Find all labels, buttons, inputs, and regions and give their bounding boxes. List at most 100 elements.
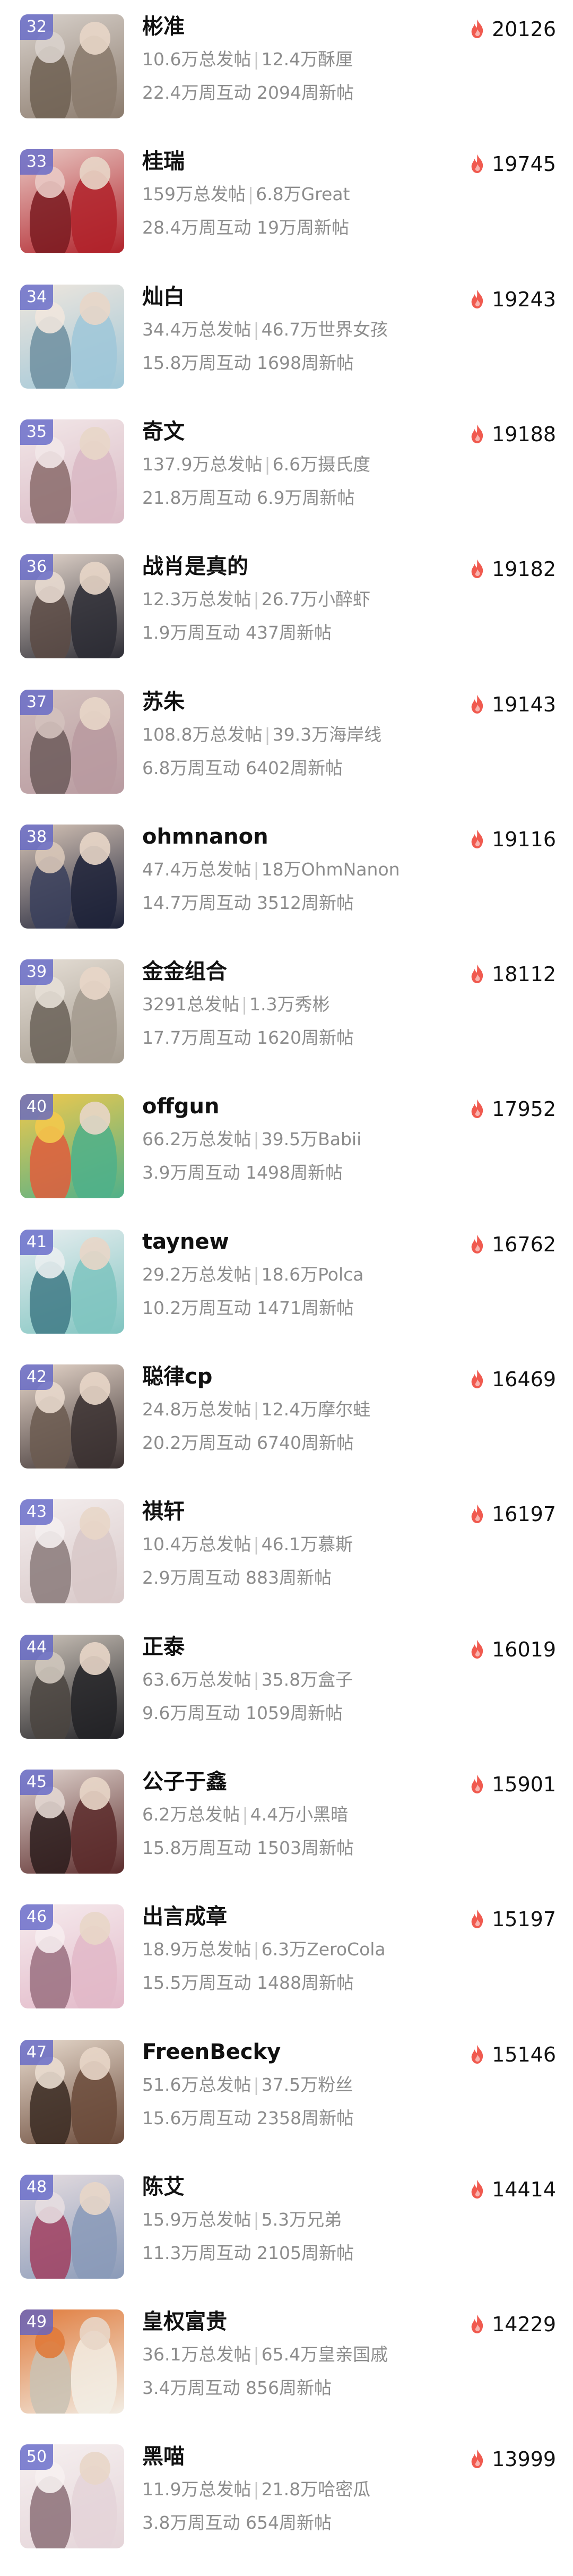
fan-count: 6.8万Great — [256, 184, 350, 205]
total-posts: 10.6万总发帖 — [142, 49, 251, 70]
flame-icon — [471, 1099, 483, 1119]
weekly-interactions: 22.4万周互动 — [142, 82, 251, 103]
ranking-row[interactable]: 34 灿白 34.4万总发帖 | 46.7万世界女孩 15.8万周互动 1698周新… — [0, 270, 573, 406]
cp-cover-image[interactable]: 40 — [20, 1094, 124, 1199]
total-posts: 51.6万总发帖 — [142, 2074, 251, 2095]
flame-icon — [471, 2179, 483, 2199]
cp-cover-image[interactable]: 48 — [20, 2174, 124, 2279]
weekly-interactions: 14.7万周互动 — [142, 892, 251, 913]
stats-line-2: 10.2万周互动 1471周新帖 — [142, 1296, 354, 1320]
cp-cover-image[interactable]: 46 — [20, 1904, 124, 2009]
stats-line-2: 2.9万周互动 883周新帖 — [142, 1566, 332, 1590]
ranking-row[interactable]: 33 桂瑞 159万总发帖 | 6.8万Great 28.4万周互动 19万周新帖 … — [0, 135, 573, 270]
cp-name[interactable]: 出言成章 — [142, 1902, 227, 1931]
cp-name[interactable]: 皇权富贵 — [142, 2307, 227, 2337]
heat-score: 14414 — [468, 2176, 556, 2203]
cp-name[interactable]: FreenBecky — [142, 2037, 281, 2067]
cp-cover-image[interactable]: 49 — [20, 2309, 124, 2414]
cp-name[interactable]: 灿白 — [142, 282, 185, 312]
stats-line-2: 3.8万周互动 654周新帖 — [142, 2511, 332, 2535]
ranking-row[interactable]: 42 聪律cp 24.8万总发帖 | 12.4万摩尔蛙 20.2万周互动 6740周… — [0, 1350, 573, 1486]
weekly-new-posts: 856周新帖 — [245, 2377, 332, 2399]
ranking-row[interactable]: 40 offgun 66.2万总发帖 | 39.5万Babii 3.9万周互动 14… — [0, 1080, 573, 1215]
stats-line-1: 137.9万总发帖 | 6.6万摄氏度 — [142, 453, 370, 476]
cp-name[interactable]: 桂瑞 — [142, 147, 185, 176]
ranking-row[interactable]: 45 公子于鑫 6.2万总发帖 | 4.4万小黑暗 15.8万周互动 1503周新帖… — [0, 1755, 573, 1891]
ranking-row[interactable]: 48 陈艾 15.9万总发帖 | 5.3万兄弟 11.3万周互动 2105周新帖 1… — [0, 2160, 573, 2296]
weekly-new-posts: 1488周新帖 — [256, 1972, 354, 1994]
flame-icon — [471, 289, 483, 308]
figure-right-head — [80, 967, 110, 1000]
ranking-row[interactable]: 39 金金组合 3291总发帖 | 1.3万秀彬 17.7万周互动 1620周新帖 … — [0, 945, 573, 1080]
cp-name[interactable]: 陈艾 — [142, 2172, 185, 2202]
cp-cover-image[interactable]: 41 — [20, 1229, 124, 1334]
flame-icon — [471, 694, 483, 714]
total-posts: 18.9万总发帖 — [142, 1939, 251, 1960]
cp-name[interactable]: 战肖是真的 — [142, 552, 248, 581]
rank-badge: 33 — [20, 149, 53, 175]
rank-badge: 38 — [20, 824, 53, 850]
ranking-row[interactable]: 36 战肖是真的 12.3万总发帖 | 26.7万小醉虾 1.9万周互动 437周新… — [0, 540, 573, 675]
ranking-row[interactable]: 37 苏朱 108.8万总发帖 | 39.3万海岸线 6.8万周互动 6402周新帖… — [0, 675, 573, 811]
cp-cover-image[interactable]: 36 — [20, 554, 124, 659]
stats-line-1: 10.6万总发帖 | 12.4万酥厘 — [142, 48, 353, 71]
ranking-row[interactable]: 43 祺轩 10.4万总发帖 | 46.1万慕斯 2.9万周互动 883周新帖 16… — [0, 1485, 573, 1620]
ranking-row[interactable]: 32 彬准 10.6万总发帖 | 12.4万酥厘 22.4万周互动 2094周新帖 … — [0, 0, 573, 135]
ranking-row[interactable]: 46 出言成章 18.9万总发帖 | 6.3万ZeroCola 15.5万周互动 1… — [0, 1890, 573, 2025]
ranking-row[interactable]: 41 taynew 29.2万总发帖 | 18.6万Polca 10.2万周互动 1… — [0, 1215, 573, 1351]
cp-name[interactable]: 正泰 — [142, 1632, 185, 1662]
stats-line-2: 20.2万周互动 6740周新帖 — [142, 1431, 354, 1455]
cp-cover-image[interactable]: 42 — [20, 1364, 124, 1469]
total-posts: 47.4万总发帖 — [142, 858, 251, 880]
cp-name[interactable]: offgun — [142, 1092, 219, 1121]
cp-cover-image[interactable]: 50 — [20, 2444, 124, 2549]
cp-cover-image[interactable]: 47 — [20, 2039, 124, 2144]
weekly-new-posts: 1620周新帖 — [256, 1027, 354, 1049]
ranking-row[interactable]: 38 ohmnanon 47.4万总发帖 | 18万OhmNanon 14.7万周互… — [0, 810, 573, 946]
cp-name[interactable]: 聪律cp — [142, 1362, 212, 1392]
heat-score: 16019 — [468, 1636, 556, 1663]
weekly-interactions: 21.8万周互动 — [142, 487, 251, 508]
rank-badge: 45 — [20, 1769, 53, 1795]
rank-badge: 47 — [20, 2039, 53, 2065]
separator: | — [253, 1669, 259, 1690]
total-posts: 3291总发帖 — [142, 994, 239, 1015]
cp-cover-image[interactable]: 33 — [20, 149, 124, 254]
ranking-row[interactable]: 44 正泰 63.6万总发帖 | 35.8万盒子 9.6万周互动 1059周新帖 1… — [0, 1620, 573, 1756]
ranking-row[interactable]: 49 皇权富贵 36.1万总发帖 | 65.4万皇亲国戚 3.4万周互动 856周新… — [0, 2295, 573, 2431]
cp-name[interactable]: 金金组合 — [142, 957, 227, 986]
stats-line-1: 10.4万总发帖 | 46.1万慕斯 — [142, 1533, 353, 1556]
rank-badge: 41 — [20, 1229, 53, 1255]
stats-line-1: 34.4万总发帖 | 46.7万世界女孩 — [142, 318, 388, 341]
weekly-new-posts: 883周新帖 — [245, 1567, 332, 1588]
cp-cover-image[interactable]: 35 — [20, 419, 124, 523]
cp-name[interactable]: 彬准 — [142, 12, 185, 41]
separator: | — [253, 319, 259, 340]
cp-name[interactable]: taynew — [142, 1227, 229, 1257]
weekly-new-posts: 6740周新帖 — [256, 1432, 354, 1453]
ranking-row[interactable]: 35 奇文 137.9万总发帖 | 6.6万摄氏度 21.8万周互动 6.9万周新帖… — [0, 405, 573, 540]
cp-name[interactable]: 黑喵 — [142, 2442, 185, 2471]
ranking-list: 32 彬准 10.6万总发帖 | 12.4万酥厘 22.4万周互动 2094周新帖 … — [0, 0, 573, 2576]
total-posts: 66.2万总发帖 — [142, 1129, 251, 1150]
ranking-row[interactable]: 50 黑喵 11.9万总发帖 | 21.8万哈密瓜 3.8万周互动 654周新帖 1… — [0, 2430, 573, 2565]
stats-line-2: 15.8万周互动 1698周新帖 — [142, 351, 354, 375]
cp-cover-image[interactable]: 43 — [20, 1499, 124, 1604]
cp-cover-image[interactable]: 37 — [20, 689, 124, 794]
cp-name[interactable]: 苏朱 — [142, 687, 185, 717]
cp-name[interactable]: 奇文 — [142, 417, 185, 446]
cp-cover-image[interactable]: 44 — [20, 1634, 124, 1739]
cp-name[interactable]: 公子于鑫 — [142, 1767, 227, 1797]
cp-name[interactable]: ohmnanon — [142, 822, 268, 852]
cp-cover-image[interactable]: 39 — [20, 959, 124, 1064]
total-posts: 36.1万总发帖 — [142, 2344, 251, 2365]
heat-score: 16762 — [468, 1231, 556, 1258]
cp-cover-image[interactable]: 34 — [20, 284, 124, 389]
figure-right-head — [80, 2047, 110, 2080]
cp-cover-image[interactable]: 45 — [20, 1769, 124, 1874]
cp-name[interactable]: 祺轩 — [142, 1497, 185, 1526]
cp-cover-image[interactable]: 32 — [20, 14, 124, 118]
cp-cover-image[interactable]: 38 — [20, 824, 124, 929]
fan-count: 18.6万Polca — [261, 1264, 364, 1285]
ranking-row[interactable]: 47 FreenBecky 51.6万总发帖 | 37.5万粉丝 15.6万周互动 … — [0, 2025, 573, 2161]
